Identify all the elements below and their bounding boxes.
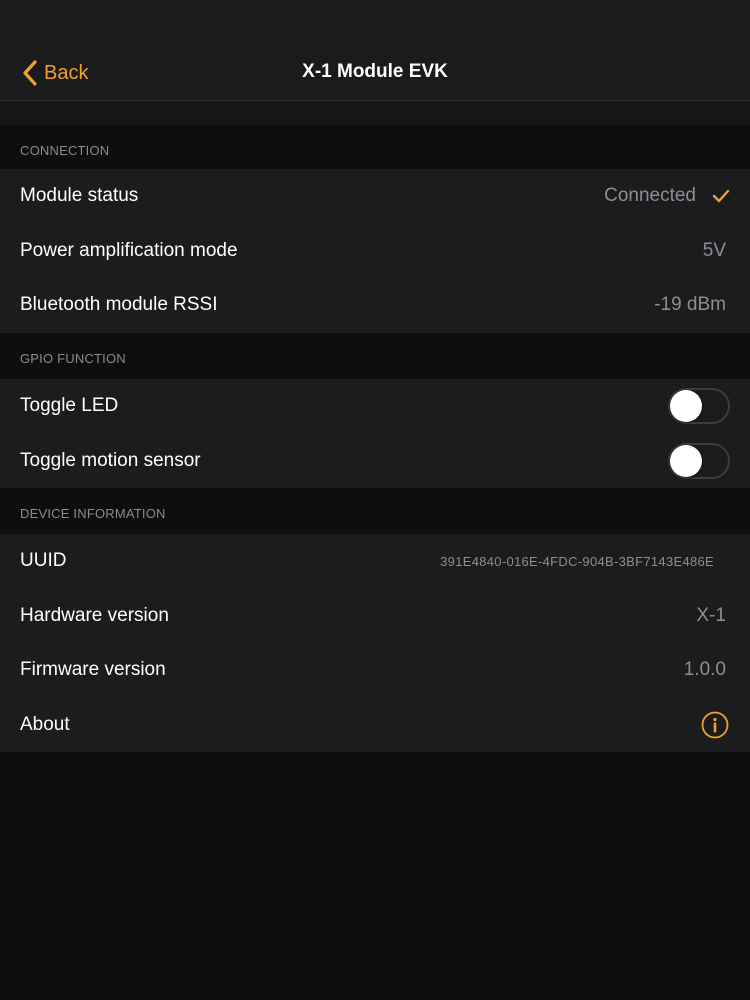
settings-screen: Back X-1 Module EVK CONNECTION Module st… [0, 0, 750, 1000]
firmware-version-value: 1.0.0 [683, 659, 726, 681]
row-toggle-led: Toggle LED [0, 379, 750, 434]
firmware-version-label: Firmware version [20, 659, 166, 681]
hardware-version-label: Hardware version [20, 604, 169, 626]
toggle-motion-label: Toggle motion sensor [20, 449, 201, 471]
about-label: About [20, 713, 70, 735]
connection-group: Module status Connected Power amplificat… [0, 169, 750, 333]
nav-separator [0, 101, 750, 125]
module-status-value-wrap: Connected [604, 185, 730, 207]
device-info-group: UUID 391E4840-016E-4FDC-904B-3BF7143E486… [0, 534, 750, 752]
power-mode-value: 5V [702, 239, 726, 261]
toggle-knob [670, 390, 702, 423]
row-hardware-version: Hardware version X-1 [0, 589, 750, 644]
toggle-knob [670, 444, 702, 477]
section-header-label: CONNECTION [20, 143, 110, 158]
empty-background [0, 753, 750, 1000]
row-firmware-version: Firmware version 1.0.0 [0, 643, 750, 698]
row-power-mode: Power amplification mode 5V [0, 224, 750, 279]
toggle-motion-switch[interactable] [668, 442, 730, 479]
checkmark-icon [712, 190, 730, 203]
row-module-status: Module status Connected [0, 169, 750, 224]
toggle-led-switch[interactable] [668, 388, 730, 425]
section-header-label: GPIO FUNCTION [20, 351, 126, 366]
rssi-value: -19 dBm [654, 294, 726, 316]
hardware-version-value: X-1 [696, 604, 726, 626]
power-mode-label: Power amplification mode [20, 239, 238, 261]
row-about[interactable]: About [0, 698, 750, 753]
row-uuid: UUID 391E4840-016E-4FDC-904B-3BF7143E486… [0, 534, 750, 589]
gpio-group: Toggle LED Toggle motion sensor [0, 379, 750, 488]
module-status-value: Connected [604, 185, 696, 207]
row-toggle-motion: Toggle motion sensor [0, 434, 750, 489]
section-header-gpio: GPIO FUNCTION [0, 333, 750, 377]
section-header-connection: CONNECTION [0, 125, 750, 169]
row-rssi: Bluetooth module RSSI -19 dBm [0, 278, 750, 333]
rssi-label: Bluetooth module RSSI [20, 294, 218, 316]
navigation-bar: Back X-1 Module EVK [0, 0, 750, 101]
toggle-led-label: Toggle LED [20, 395, 119, 417]
uuid-label: UUID [20, 550, 67, 572]
page-title: X-1 Module EVK [302, 61, 448, 82]
section-header-device-info: DEVICE INFORMATION [0, 488, 750, 532]
info-icon[interactable] [701, 711, 729, 739]
section-header-label: DEVICE INFORMATION [20, 506, 166, 521]
uuid-value: 391E4840-016E-4FDC-904B-3BF7143E486E [440, 553, 714, 569]
module-status-label: Module status [20, 185, 139, 207]
